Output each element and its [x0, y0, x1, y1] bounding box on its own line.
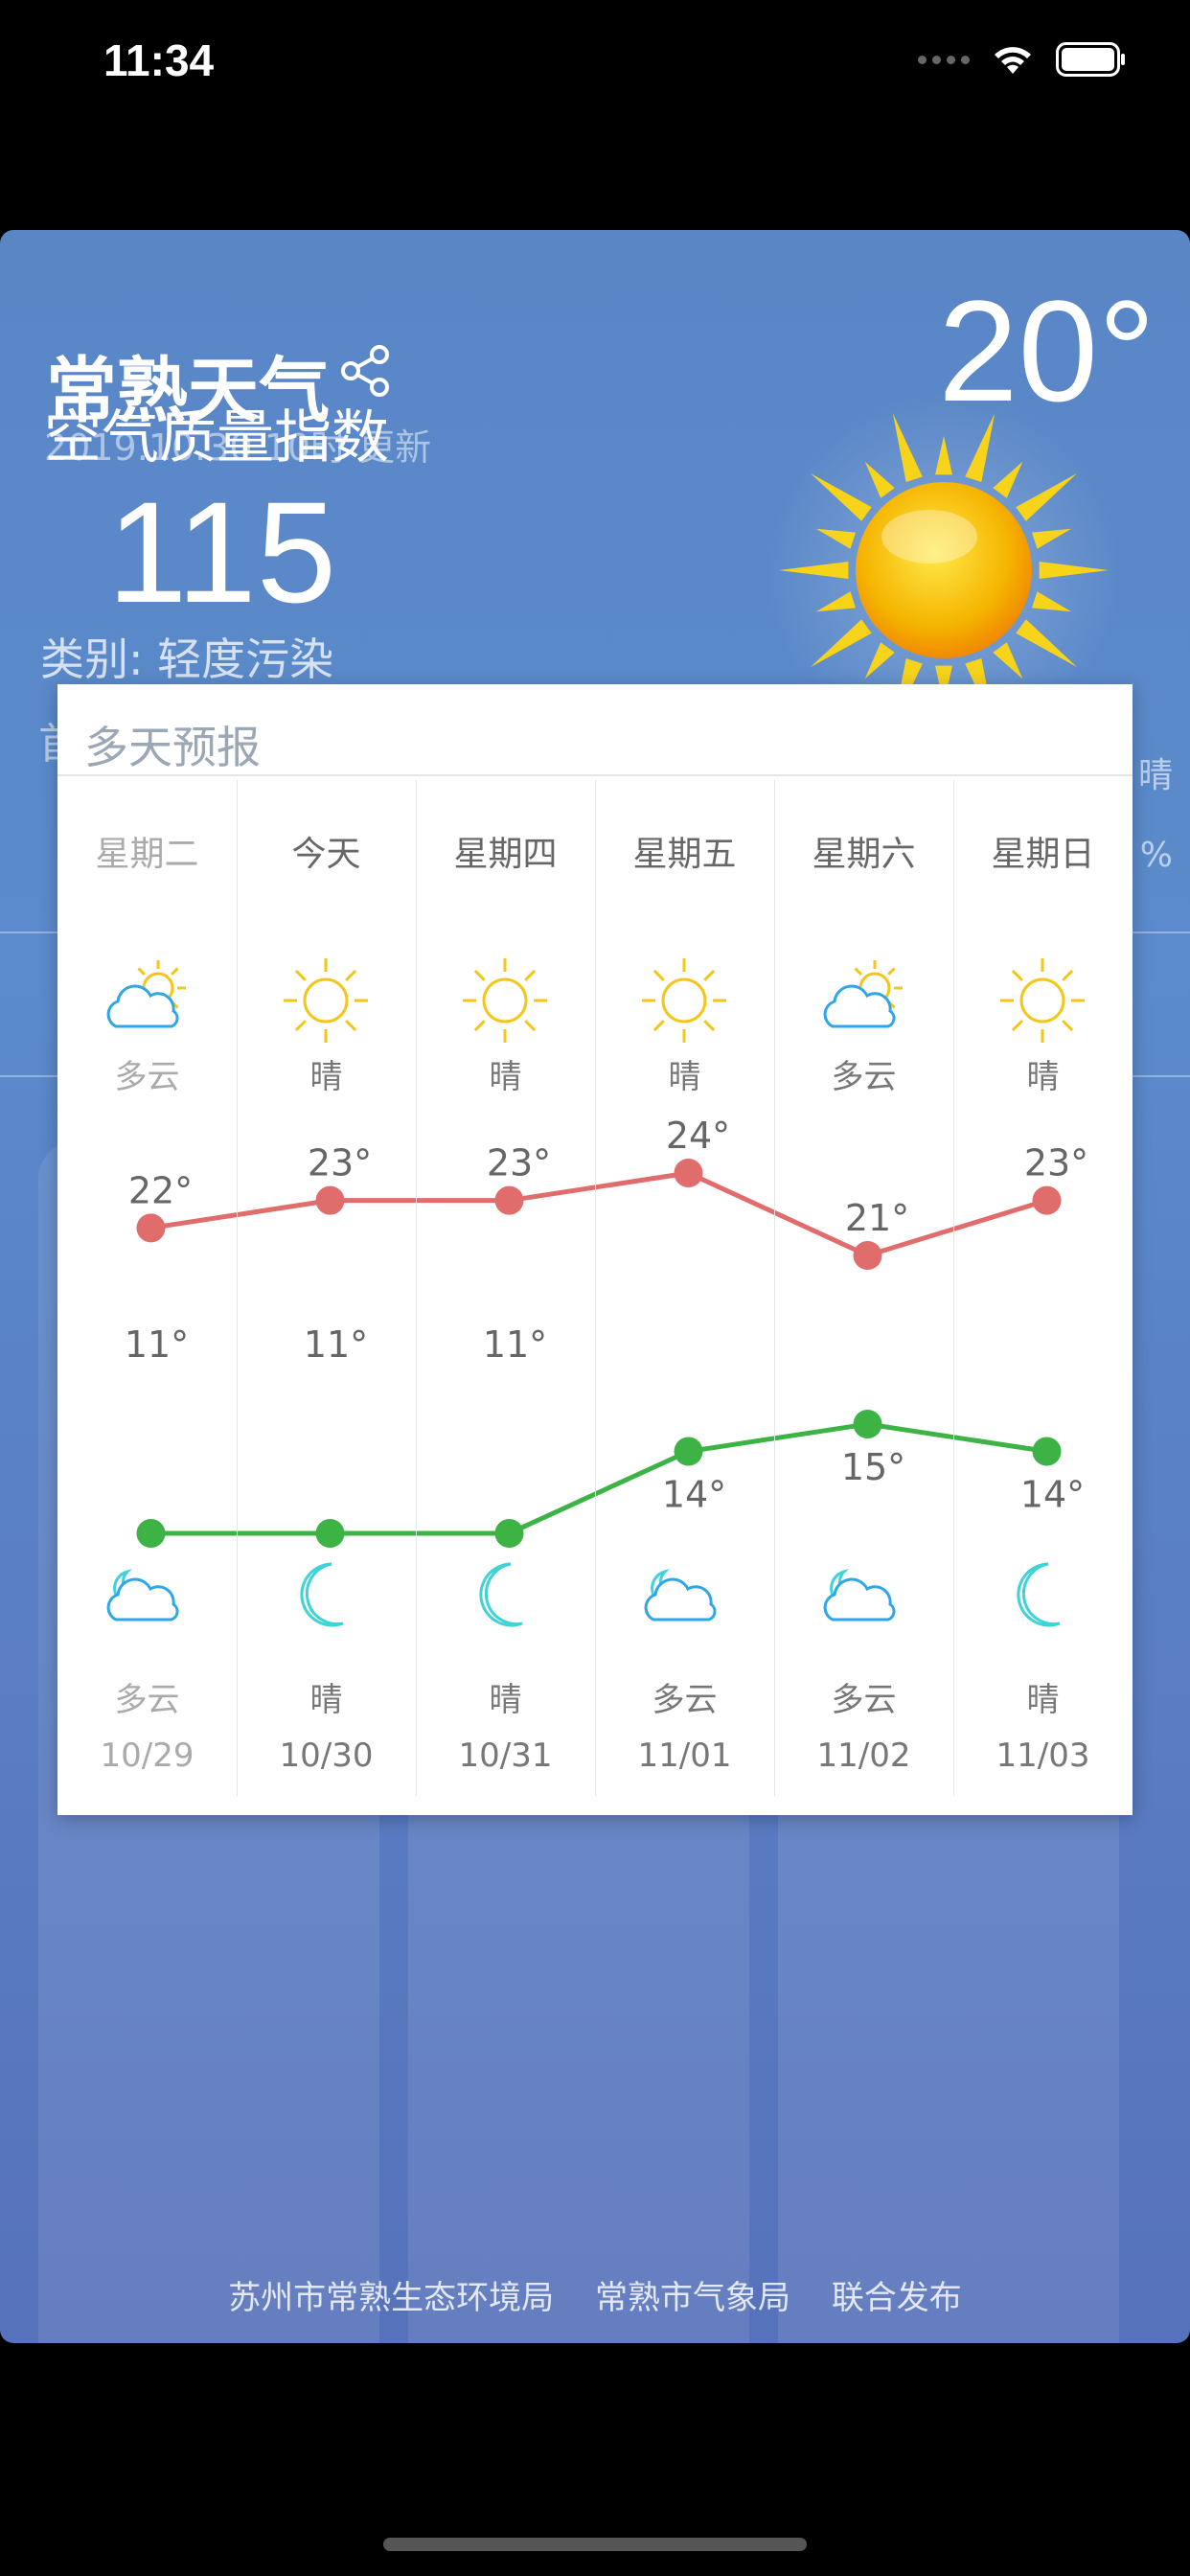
partly-cloudy-day-icon [89, 957, 204, 1044]
forecast-weekday: 星期五 [632, 835, 737, 874]
forecast-date: 10/30 [279, 1736, 374, 1775]
aqi-value: 115 [107, 472, 337, 632]
aqi-title: 空气质量指数 [44, 404, 389, 472]
low-temp-point [853, 1410, 882, 1438]
high-temp-label: 21° [845, 1197, 909, 1239]
wifi-icon [991, 43, 1035, 76]
high-temp-point [674, 1159, 703, 1187]
high-temp-point [494, 1185, 524, 1215]
sun-icon [627, 957, 742, 1044]
low-temp-point [674, 1437, 703, 1466]
partly-cloudy-day-icon [806, 957, 921, 1044]
column-divider [595, 780, 596, 1796]
high-temp-point [1032, 1185, 1062, 1215]
column-divider [953, 780, 954, 1796]
sun-icon [268, 957, 383, 1044]
forecast-weekday: 星期四 [453, 835, 558, 874]
low-temp-point [315, 1519, 345, 1548]
forecast-night-condition: 多云 [831, 1681, 897, 1719]
status-indicators [918, 42, 1127, 77]
high-temp-label: 24° [666, 1115, 730, 1157]
current-temperature: 20° [938, 270, 1156, 431]
forecast-day-condition: 晴 [309, 1058, 343, 1096]
forecast-date: 10/29 [100, 1736, 195, 1775]
partly-cloudy-night-icon [627, 1551, 742, 1637]
low-temp-label: 11° [125, 1323, 189, 1366]
forecast-night-condition: 晴 [1026, 1681, 1060, 1719]
condition-fragment: 晴 [1137, 756, 1173, 795]
high-temp-label: 23° [1024, 1142, 1088, 1184]
forecast-weekday: 今天 [291, 835, 361, 874]
low-temp-point [1032, 1437, 1062, 1466]
publisher-3: 联合发布 [831, 2279, 962, 2317]
publisher-1: 苏州市常熟生态环境局 [228, 2279, 555, 2317]
aqi-category: 类别: 轻度污染 [40, 633, 334, 685]
forecast-popup[interactable]: 多天预报 22° 23° 23° 24° 21° 23° 11° 11° 11° 14° 15° 14… [57, 684, 1133, 1815]
moon-icon [985, 1551, 1100, 1637]
partly-cloudy-night-icon [806, 1551, 921, 1637]
forecast-night-condition: 多云 [652, 1681, 718, 1719]
high-temp-line [150, 1170, 1048, 1258]
sun-icon [447, 957, 562, 1044]
moon-icon [268, 1551, 383, 1637]
low-temp-label: 11° [304, 1323, 368, 1366]
low-temp-label: 14° [1020, 1474, 1085, 1516]
battery-icon [1056, 42, 1127, 77]
high-temp-point [136, 1213, 166, 1243]
footer-publishers: 苏州市常熟生态环境局 常熟市气象局 联合发布 [0, 2271, 1190, 2318]
status-time: 11:34 [103, 35, 215, 85]
forecast-weekday: 星期二 [95, 835, 199, 874]
forecast-day-condition: 晴 [489, 1058, 522, 1096]
low-temp-label: 15° [841, 1446, 905, 1488]
low-temp-point [494, 1519, 524, 1548]
forecast-weekday: 星期六 [812, 835, 916, 874]
column-divider [237, 780, 238, 1796]
low-temp-line [150, 1421, 1047, 1536]
forecast-date: 11/03 [995, 1736, 1090, 1775]
low-temp-label: 14° [662, 1474, 726, 1516]
high-temp-point [853, 1241, 882, 1270]
cellular-signal-icon [918, 55, 970, 64]
partly-cloudy-night-icon [89, 1551, 204, 1637]
column-divider [416, 780, 417, 1796]
low-temp-point [136, 1519, 166, 1548]
forecast-day-condition: 晴 [1026, 1058, 1060, 1096]
forecast-day-condition: 多云 [114, 1058, 180, 1096]
forecast-day-condition: 多云 [831, 1058, 897, 1096]
column-divider [774, 780, 775, 1796]
moon-icon [447, 1551, 562, 1637]
forecast-date: 11/01 [637, 1736, 732, 1775]
forecast-date: 10/31 [458, 1736, 553, 1775]
high-temp-label: 22° [128, 1169, 193, 1211]
publisher-2: 常熟市气象局 [595, 2279, 790, 2317]
high-temp-label: 23° [487, 1142, 551, 1184]
forecast-day-condition: 晴 [668, 1058, 701, 1096]
forecast-night-condition: 晴 [489, 1681, 522, 1719]
forecast-weekday: 星期日 [991, 835, 1095, 874]
high-temp-point [315, 1185, 345, 1215]
home-indicator[interactable] [383, 2538, 807, 2551]
forecast-date: 11/02 [816, 1736, 911, 1775]
high-temp-label: 23° [308, 1142, 372, 1184]
forecast-night-condition: 晴 [309, 1681, 343, 1719]
humidity-fragment: % [1139, 836, 1173, 875]
forecast-night-condition: 多云 [114, 1681, 180, 1719]
low-temp-label: 11° [483, 1323, 547, 1366]
sun-icon [985, 957, 1100, 1044]
